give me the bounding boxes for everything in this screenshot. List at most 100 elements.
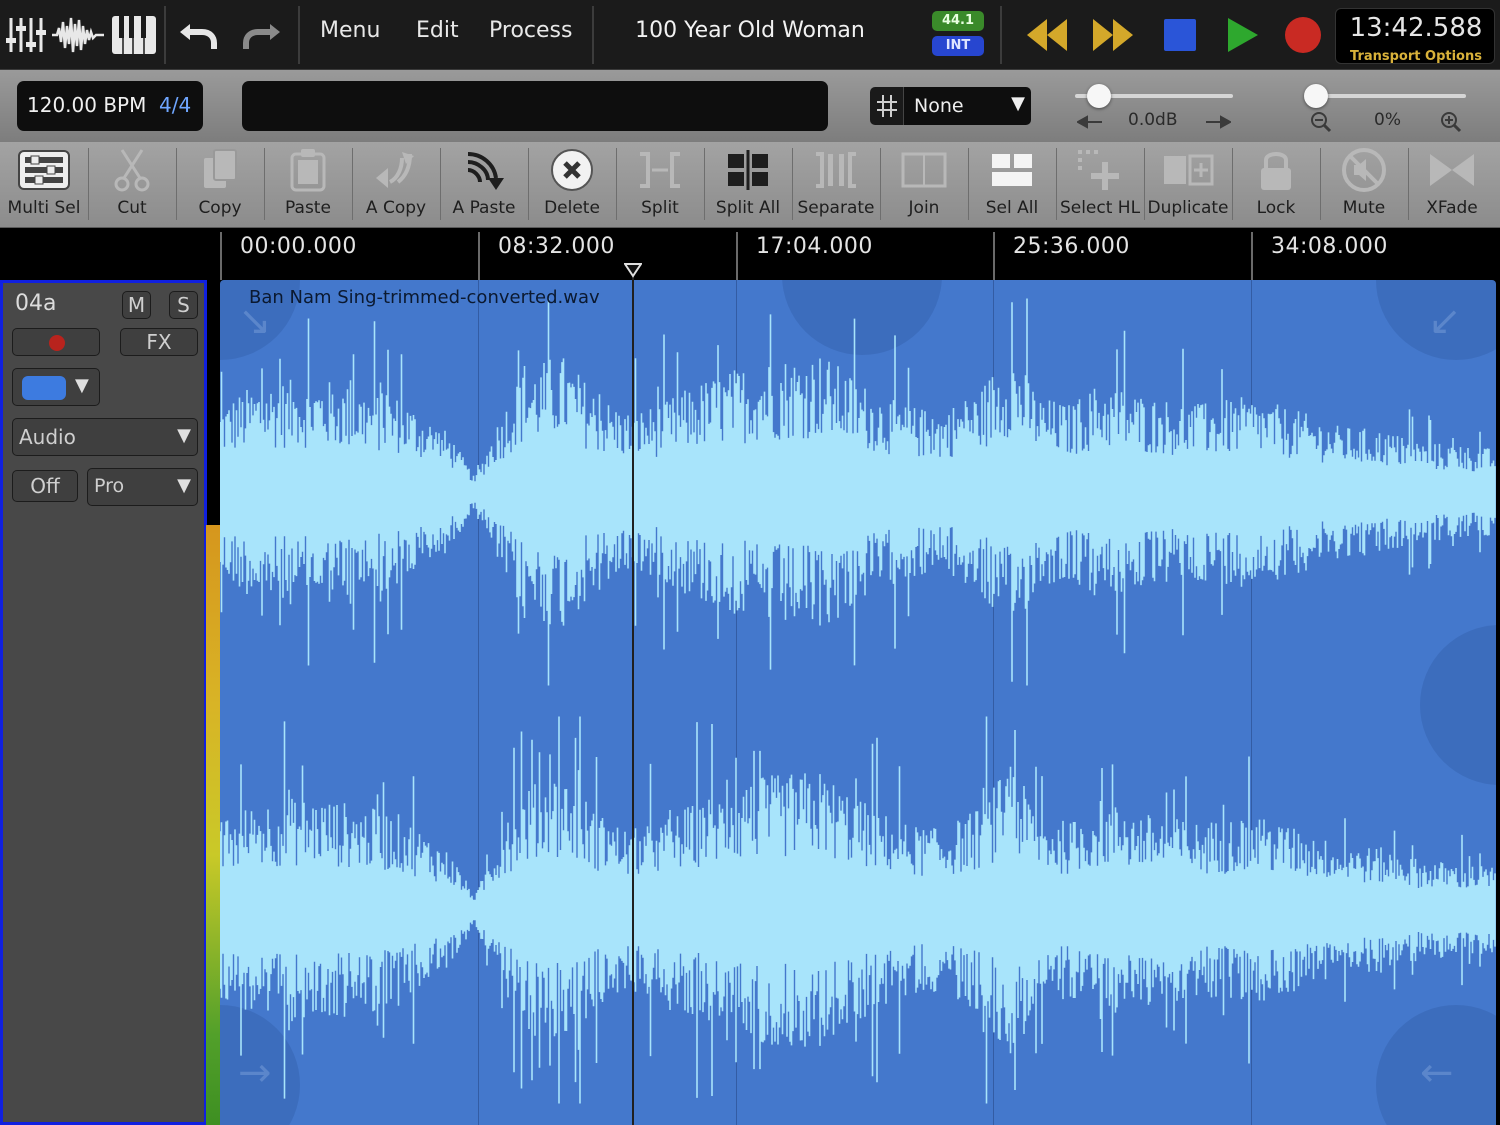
track-name[interactable]: 04a <box>15 291 56 316</box>
sel-all-label: Sel All <box>985 198 1039 218</box>
grid-button[interactable] <box>870 87 904 125</box>
chevron-down-icon: ▼ <box>177 425 191 446</box>
automation-toggle[interactable]: Off <box>12 470 78 502</box>
volume-value: 0.0dB <box>1128 110 1178 130</box>
select-all-icon <box>968 146 1056 194</box>
copy-label: Copy <box>198 198 242 218</box>
rewind-icon <box>1027 19 1067 51</box>
volume-slider-knob[interactable] <box>1086 84 1111 108</box>
chevron-down-icon: ▼ <box>75 375 89 396</box>
automation-mode-select[interactable]: Pro ▼ <box>87 468 198 506</box>
mute-track-button[interactable]: M <box>122 291 151 319</box>
edit-toolbar: Multi Sel Cut Copy Paste A Copy A Paste Delete… <box>0 142 1500 228</box>
lock-button[interactable]: Lock <box>1232 142 1320 228</box>
zoom-slider-knob[interactable] <box>1303 84 1328 108</box>
delete-button[interactable]: Delete <box>528 142 616 228</box>
delete-label: Delete <box>544 198 600 218</box>
audio-clip[interactable]: ↘ ↙ → ← Ban Nam Sing-trimmed-converted.w… <box>220 280 1496 1125</box>
a-copy-button[interactable]: A Copy <box>352 142 440 228</box>
fade-out-icon <box>1077 115 1102 129</box>
process-menu-button[interactable]: Process <box>489 18 572 43</box>
track-header[interactable]: 04a M S FX ▼ Audio ▼ Off Pro ▼ <box>0 280 207 1125</box>
paste-button[interactable]: Paste <box>264 142 352 228</box>
record-button[interactable] <box>1282 10 1324 60</box>
zoom-in-icon[interactable] <box>1440 111 1462 133</box>
record-arm-icon <box>49 335 65 351</box>
undo-icon[interactable] <box>174 10 222 60</box>
ruler-tick <box>220 232 222 280</box>
track-type-select[interactable]: Audio ▼ <box>12 418 198 456</box>
menu-button[interactable]: Menu <box>320 18 380 43</box>
piano-keys-icon[interactable] <box>110 10 158 60</box>
edit-menu-button[interactable]: Edit <box>416 18 459 43</box>
transport-options-label[interactable]: Transport Options <box>1336 49 1496 64</box>
info-display <box>242 81 828 131</box>
ruler-tick-label: 25:36.000 <box>1013 234 1130 259</box>
waveform <box>220 298 1496 1104</box>
track-color-select[interactable]: ▼ <box>12 368 100 406</box>
zoom-out-icon[interactable] <box>1310 111 1332 133</box>
waveform-icon[interactable] <box>52 10 104 60</box>
time-readout: 13:42.588 <box>1349 13 1483 43</box>
sel-all-button[interactable]: Sel All <box>968 142 1056 228</box>
top-bar: Menu Edit Process 100 Year Old Woman 44.… <box>0 0 1500 70</box>
record-arm-button[interactable] <box>12 328 100 356</box>
split-button[interactable]: Split <box>616 142 704 228</box>
bpm-value: 120.00 BPM <box>27 93 147 117</box>
level-meter <box>206 525 220 1125</box>
song-title[interactable]: 100 Year Old Woman <box>600 18 900 43</box>
split-label: Split <box>641 198 679 218</box>
fast-forward-button[interactable] <box>1090 10 1136 60</box>
split-all-button[interactable]: Split All <box>704 142 792 228</box>
mute-label: Mute <box>1342 198 1386 218</box>
join-label: Join <box>908 198 940 218</box>
time-signature[interactable]: 4/4 <box>159 93 191 117</box>
clock-source-badge[interactable]: INT <box>932 36 984 56</box>
select-hl-button[interactable]: Select HL <box>1056 142 1144 228</box>
mixer-icon[interactable] <box>4 10 48 60</box>
mute-icon <box>1320 146 1408 194</box>
tempo-display[interactable]: 120.00 BPM 4/4 <box>17 81 203 131</box>
cut-button[interactable]: Cut <box>88 142 176 228</box>
timeline-ruler[interactable]: 00:00.000 08:32.000 17:04.000 25:36.000 34:0… <box>0 228 1500 280</box>
record-icon <box>1285 17 1321 53</box>
audio-paste-icon <box>440 146 528 194</box>
transport-time-display[interactable]: 13:42.588 Transport Options <box>1335 8 1495 64</box>
track-color-swatch <box>22 376 66 400</box>
play-button[interactable] <box>1222 10 1262 60</box>
solo-track-button[interactable]: S <box>169 291 198 319</box>
snap-select[interactable]: None ▼ <box>903 87 1031 125</box>
clip-file-name: Ban Nam Sing-trimmed-converted.wav <box>249 287 600 308</box>
grid-icon <box>877 95 897 117</box>
chevron-down-icon: ▼ <box>1011 93 1025 114</box>
fx-button[interactable]: FX <box>120 328 198 356</box>
playhead[interactable] <box>632 268 634 1125</box>
fade-in-icon <box>1206 115 1231 129</box>
automation-mode-value: Pro <box>94 475 125 497</box>
rewind-button[interactable] <box>1024 10 1070 60</box>
xfade-button[interactable]: XFade <box>1408 142 1496 228</box>
chevron-down-icon: ▼ <box>177 475 191 496</box>
a-paste-button[interactable]: A Paste <box>440 142 528 228</box>
mute-button[interactable]: Mute <box>1320 142 1408 228</box>
sample-rate-badge[interactable]: 44.1 <box>932 11 984 31</box>
select-hl-label: Select HL <box>1059 198 1141 218</box>
ruler-tick-label: 34:08.000 <box>1271 234 1388 259</box>
copy-button[interactable]: Copy <box>176 142 264 228</box>
delete-icon <box>528 146 616 194</box>
stop-icon <box>1164 19 1196 51</box>
multi-sel-label: Multi Sel <box>7 198 81 218</box>
duplicate-label: Duplicate <box>1147 198 1229 218</box>
redo-icon[interactable] <box>238 10 286 60</box>
copy-icon <box>176 146 264 194</box>
split-all-icon <box>704 146 792 194</box>
multi-sel-button[interactable]: Multi Sel <box>0 142 88 228</box>
multi-select-icon <box>0 146 88 194</box>
xfade-label: XFade <box>1426 198 1478 218</box>
separate-button[interactable]: Separate <box>792 142 880 228</box>
duplicate-button[interactable]: Duplicate <box>1144 142 1232 228</box>
zoom-slider[interactable] <box>1308 94 1466 98</box>
stop-button[interactable] <box>1160 10 1200 60</box>
playhead-marker-icon[interactable] <box>624 262 642 278</box>
join-button[interactable]: Join <box>880 142 968 228</box>
